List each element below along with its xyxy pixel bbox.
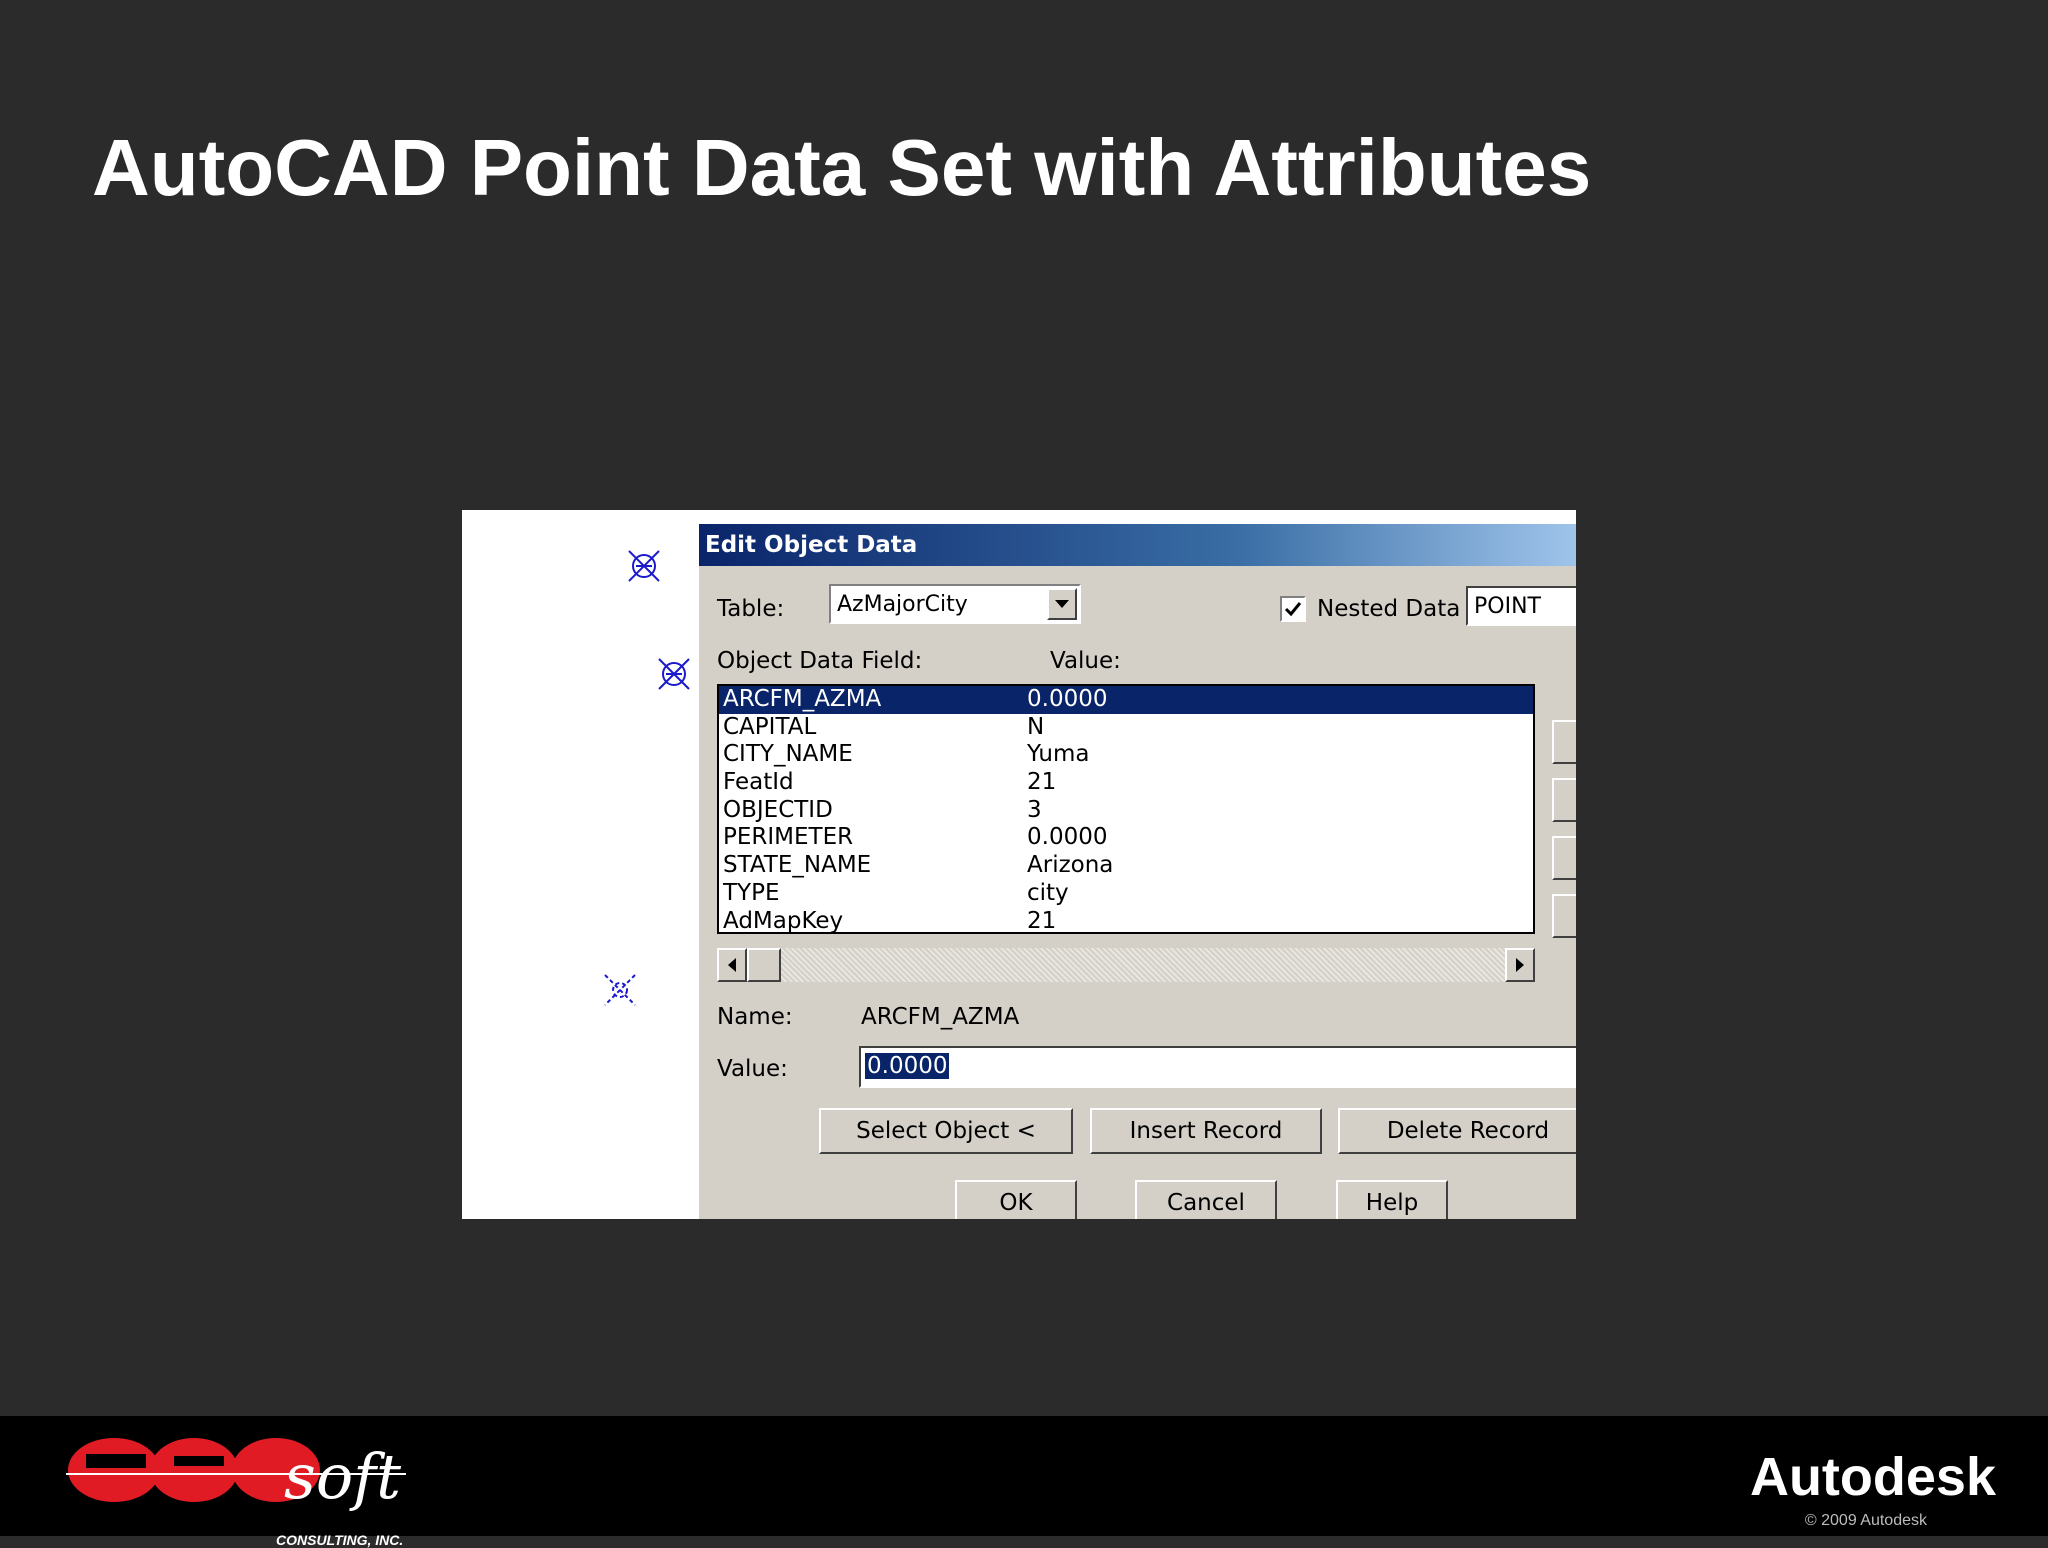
- list-item[interactable]: STATE_NAME Arizona: [719, 852, 1533, 880]
- nested-data-checkbox[interactable]: [1280, 596, 1306, 622]
- checkmark-icon: [1284, 602, 1302, 617]
- edit-object-data-dialog: Edit Object Data Table: AzMajorCity Nest…: [697, 524, 1576, 1219]
- point-marker-selected-icon[interactable]: [602, 972, 638, 1008]
- cancel-button[interactable]: Cancel: [1135, 1180, 1277, 1219]
- side-button[interactable]: [1552, 836, 1576, 880]
- delete-record-button[interactable]: Delete Record: [1338, 1108, 1576, 1154]
- value-input-text: 0.0000: [863, 1052, 951, 1080]
- point-field-value: POINT: [1474, 594, 1541, 619]
- list-item[interactable]: TYPE city: [719, 880, 1533, 908]
- cadsoft-logo-text: soft: [284, 1440, 402, 1513]
- name-value: ARCFM_AZMA: [861, 1004, 1020, 1030]
- cadsoft-logo: soft CONSULTING, INC.: [66, 1430, 426, 1548]
- value-label: Value:: [717, 1056, 788, 1082]
- point-marker-icon[interactable]: [656, 656, 692, 692]
- dialog-titlebar[interactable]: Edit Object Data: [699, 524, 1576, 566]
- copyright-text: © 2009 Autodesk: [1804, 1512, 1927, 1529]
- table-dropdown[interactable]: AzMajorCity: [829, 584, 1081, 624]
- list-item[interactable]: FeatId 21: [719, 769, 1533, 797]
- cadsoft-logo-subtitle: CONSULTING, INC.: [276, 1532, 404, 1548]
- help-button[interactable]: Help: [1336, 1180, 1448, 1219]
- point-marker-icon[interactable]: [626, 548, 662, 584]
- insert-record-button[interactable]: Insert Record: [1090, 1108, 1322, 1154]
- footer: soft CONSULTING, INC. Autodesk © 2009 Au…: [0, 1416, 2048, 1548]
- slide-title: AutoCAD Point Data Set with Attributes: [92, 123, 1592, 212]
- side-button[interactable]: [1552, 894, 1576, 938]
- table-label: Table:: [717, 596, 785, 622]
- point-field[interactable]: POINT: [1466, 586, 1576, 626]
- object-data-list[interactable]: ARCFM_AZMA 0.0000 CAPITAL N CITY_NAME Yuma …: [717, 684, 1535, 934]
- screenshot-panel: Edit Object Data Table: AzMajorCity Nest…: [462, 510, 1576, 1219]
- list-item[interactable]: AdMapKey 21: [719, 908, 1533, 933]
- list-item[interactable]: PERIMETER 0.0000: [719, 824, 1533, 852]
- nested-data-label: Nested Data: [1317, 596, 1461, 622]
- chevron-down-icon[interactable]: [1047, 588, 1077, 620]
- value-header: Value:: [1050, 648, 1121, 674]
- scrollbar-thumb[interactable]: [747, 948, 781, 982]
- table-dropdown-value: AzMajorCity: [837, 592, 968, 617]
- list-item[interactable]: CAPITAL N: [719, 714, 1533, 742]
- horizontal-scrollbar[interactable]: [717, 948, 1535, 982]
- select-object-button[interactable]: Select Object <: [819, 1108, 1073, 1154]
- list-item[interactable]: OBJECTID 3: [719, 797, 1533, 825]
- scroll-left-icon[interactable]: [717, 948, 747, 982]
- value-input[interactable]: 0.0000: [859, 1046, 1576, 1088]
- scroll-right-icon[interactable]: [1505, 948, 1535, 982]
- ok-button[interactable]: OK: [955, 1180, 1077, 1219]
- side-button[interactable]: [1552, 778, 1576, 822]
- list-item[interactable]: CITY_NAME Yuma: [719, 741, 1533, 769]
- list-item[interactable]: ARCFM_AZMA 0.0000: [719, 686, 1533, 714]
- side-button[interactable]: [1552, 720, 1576, 764]
- autodesk-logo: Autodesk: [1749, 1447, 1996, 1507]
- name-label: Name:: [717, 1004, 793, 1030]
- object-data-field-header: Object Data Field:: [717, 648, 923, 674]
